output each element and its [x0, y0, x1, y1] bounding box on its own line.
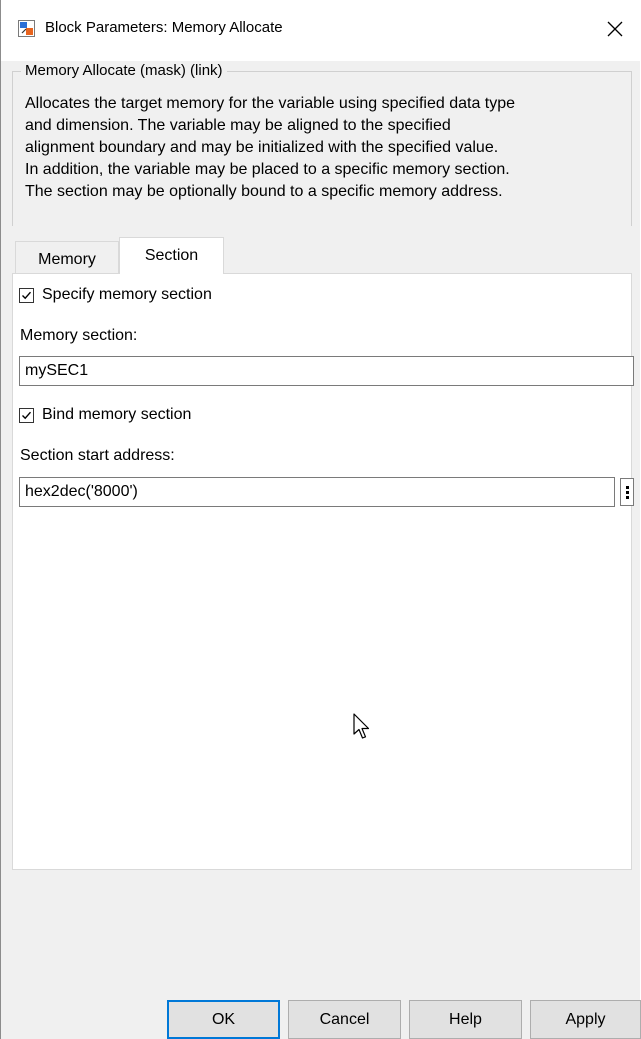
mask-header: Memory Allocate (mask) (link) — [21, 61, 227, 81]
window-title: Block Parameters: Memory Allocate — [45, 19, 283, 36]
simulink-block-icon — [18, 20, 35, 37]
apply-button[interactable]: Apply — [530, 1000, 641, 1039]
cancel-button[interactable]: Cancel — [288, 1000, 401, 1039]
mask-description: Allocates the target memory for the vari… — [25, 95, 516, 200]
title-bar: Block Parameters: Memory Allocate — [1, 0, 641, 61]
section-start-address-input[interactable] — [19, 477, 615, 507]
specify-memory-section-row[interactable]: Specify memory section — [19, 284, 212, 306]
mouse-pointer-icon — [353, 713, 373, 741]
bind-memory-section-checkbox[interactable] — [19, 407, 34, 423]
bind-memory-section-row[interactable]: Bind memory section — [19, 404, 191, 426]
memory-section-input[interactable] — [19, 356, 634, 386]
block-parameters-dialog: Block Parameters: Memory Allocate Memory… — [0, 0, 641, 1039]
help-button[interactable]: Help — [409, 1000, 522, 1039]
checkmark-icon — [22, 291, 32, 299]
close-icon[interactable] — [597, 12, 633, 46]
section-start-address-label: Section start address: — [20, 447, 175, 464]
tab-section[interactable]: Section — [119, 237, 224, 274]
checkmark-icon — [22, 411, 32, 419]
memory-section-label: Memory section: — [20, 327, 138, 344]
bind-memory-section-label: Bind memory section — [42, 406, 192, 423]
tab-memory[interactable]: Memory — [15, 241, 119, 274]
tab-strip: Memory Section — [12, 237, 632, 274]
specify-memory-section-checkbox[interactable] — [19, 287, 34, 303]
vertical-ellipsis-icon[interactable] — [620, 478, 634, 506]
ok-button[interactable]: OK — [167, 1000, 280, 1039]
specify-memory-section-label: Specify memory section — [42, 286, 212, 303]
